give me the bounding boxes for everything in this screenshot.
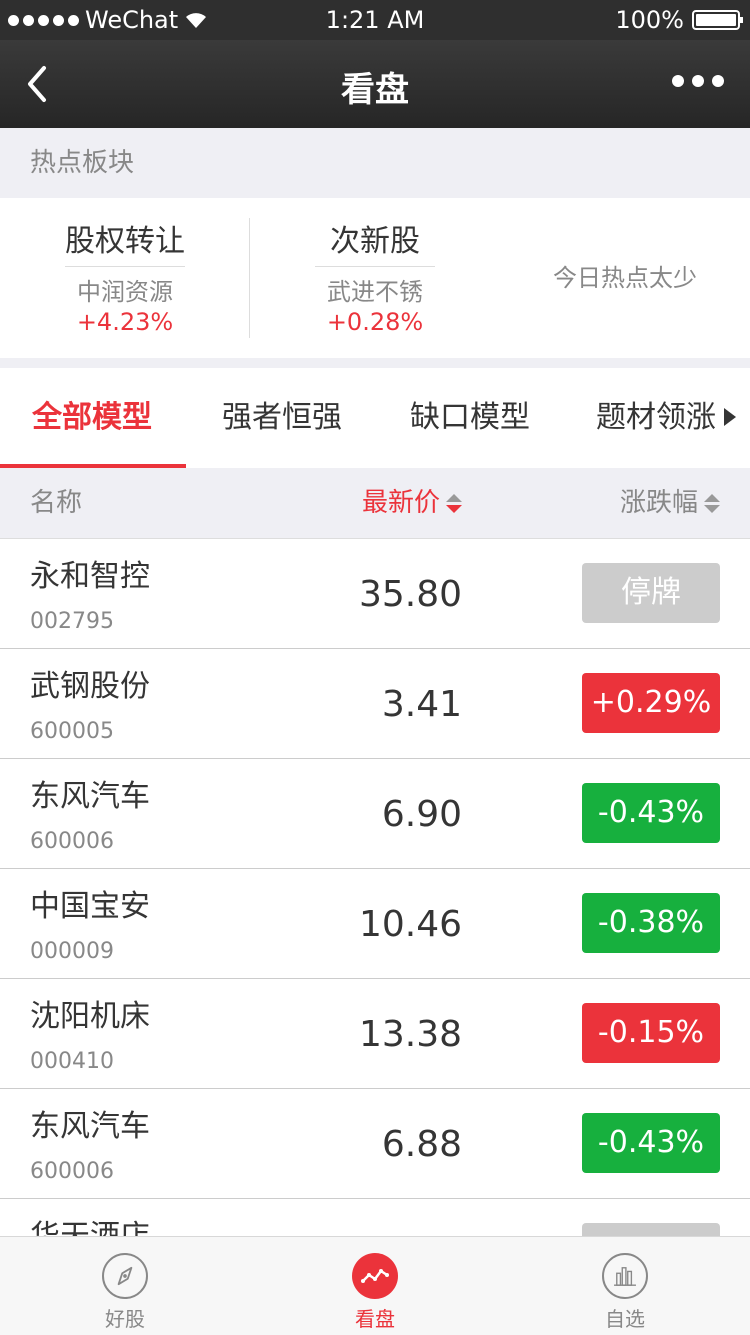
- compass-icon: [102, 1253, 148, 1299]
- more-icon[interactable]: [672, 75, 724, 87]
- table-row[interactable]: 沈阳机床 000410 13.38 -0.15%: [0, 979, 750, 1089]
- stock-price: 6.90: [381, 794, 462, 835]
- list-header: 名称 最新价 涨跌幅: [0, 468, 750, 539]
- tab-theme-leaders[interactable]: 题材领涨: [596, 368, 716, 468]
- bar-chart-icon: [602, 1253, 648, 1299]
- tabbar-label: 好股: [105, 1307, 145, 1331]
- tab-strong[interactable]: 强者恒强: [222, 368, 342, 468]
- sort-by-price[interactable]: 最新价: [362, 468, 462, 538]
- stock-name: 华天酒店: [30, 1219, 150, 1236]
- tabbar-label: 看盘: [355, 1307, 395, 1331]
- change-badge: [582, 1223, 720, 1236]
- bottom-tab-bar: 好股 看盘 自选: [0, 1236, 750, 1335]
- header-change: 涨跌幅: [619, 488, 698, 518]
- table-row[interactable]: 中国宝安 000009 10.46 -0.38%: [0, 869, 750, 979]
- status-bar: WeChat 1:21 AM 100%: [0, 0, 750, 40]
- stock-name: 沈阳机床: [30, 999, 150, 1034]
- header-name: 名称: [30, 488, 83, 518]
- table-row[interactable]: 武钢股份 600005 3.41 +0.29%: [0, 649, 750, 759]
- tabbar-item-market[interactable]: 看盘: [250, 1237, 500, 1335]
- hot-empty-text: 今日热点太少: [553, 264, 697, 292]
- stock-name: 中国宝安: [30, 889, 150, 924]
- table-row[interactable]: 永和智控 002795 35.80 停牌: [0, 539, 750, 649]
- page-title: 看盘: [341, 70, 409, 110]
- stock-list: 永和智控 002795 35.80 停牌 武钢股份 600005 3.41 +0…: [0, 539, 750, 1236]
- sector-change: +4.23%: [76, 308, 174, 336]
- stock-code: 600006: [30, 1159, 114, 1184]
- nav-bar: 看盘: [0, 40, 750, 128]
- tab-gap-model[interactable]: 缺口模型: [410, 368, 530, 468]
- hot-sectors-panel: 股权转让 中润资源 +4.23% 次新股 武进不锈 +0.28% 今日热点太少: [0, 198, 750, 358]
- change-badge: -0.38%: [582, 893, 720, 953]
- status-right: 100%: [615, 6, 743, 34]
- battery-percent: 100%: [615, 6, 684, 34]
- model-tabs: 全部模型 强者恒强 缺口模型 题材领涨: [0, 368, 750, 468]
- sector-lead-stock: 中润资源: [77, 278, 173, 306]
- sector-lead-stock: 武进不锈: [327, 278, 423, 306]
- sector-name: 次新股: [315, 218, 435, 267]
- hot-sector-card[interactable]: 次新股 武进不锈 +0.28%: [315, 218, 435, 337]
- sector-name: 股权转让: [65, 218, 185, 267]
- stock-code: 002795: [30, 609, 114, 634]
- table-row[interactable]: 东风汽车 600006 6.90 -0.43%: [0, 759, 750, 869]
- tabbar-item-good-stocks[interactable]: 好股: [0, 1237, 250, 1335]
- stock-price: 10.46: [358, 904, 462, 945]
- tabbar-label: 自选: [605, 1307, 645, 1331]
- battery-icon: [692, 10, 743, 30]
- change-badge: -0.43%: [582, 783, 720, 843]
- sort-arrows-icon: [446, 493, 462, 513]
- stock-price: 13.38: [358, 1014, 462, 1055]
- stock-price: 35.80: [358, 574, 462, 615]
- stock-name: 东风汽车: [30, 779, 150, 814]
- stock-code: 000009: [30, 939, 114, 964]
- sort-by-change[interactable]: 涨跌幅: [620, 468, 720, 538]
- table-row[interactable]: 东风汽车 600006 6.88 -0.43%: [0, 1089, 750, 1199]
- change-badge: 停牌: [582, 563, 720, 623]
- stock-price: 3.41: [381, 684, 462, 725]
- hot-sector-card[interactable]: 股权转让 中润资源 +4.23%: [65, 218, 185, 337]
- stock-name: 武钢股份: [30, 669, 150, 704]
- change-badge: -0.43%: [582, 1113, 720, 1173]
- sort-arrows-icon: [704, 493, 720, 513]
- divider: [249, 218, 250, 338]
- change-badge: +0.29%: [582, 673, 720, 733]
- sector-change: +0.28%: [326, 308, 424, 336]
- stock-code: 600005: [30, 719, 114, 744]
- table-row[interactable]: 华天酒店: [0, 1199, 750, 1236]
- header-price: 最新价: [361, 488, 440, 518]
- tab-all-models[interactable]: 全部模型: [32, 368, 152, 468]
- stock-name: 永和智控: [30, 559, 150, 594]
- trend-line-icon: [352, 1253, 398, 1299]
- change-badge: -0.15%: [582, 1003, 720, 1063]
- stock-name: 东风汽车: [30, 1109, 150, 1144]
- tabbar-item-watchlist[interactable]: 自选: [500, 1237, 750, 1335]
- hot-sectors-title: 热点板块: [30, 148, 135, 178]
- scroll-right-icon[interactable]: [724, 408, 736, 426]
- stock-code: 600006: [30, 829, 114, 854]
- stock-price: 6.88: [381, 1124, 462, 1165]
- stock-code: 000410: [30, 1049, 114, 1074]
